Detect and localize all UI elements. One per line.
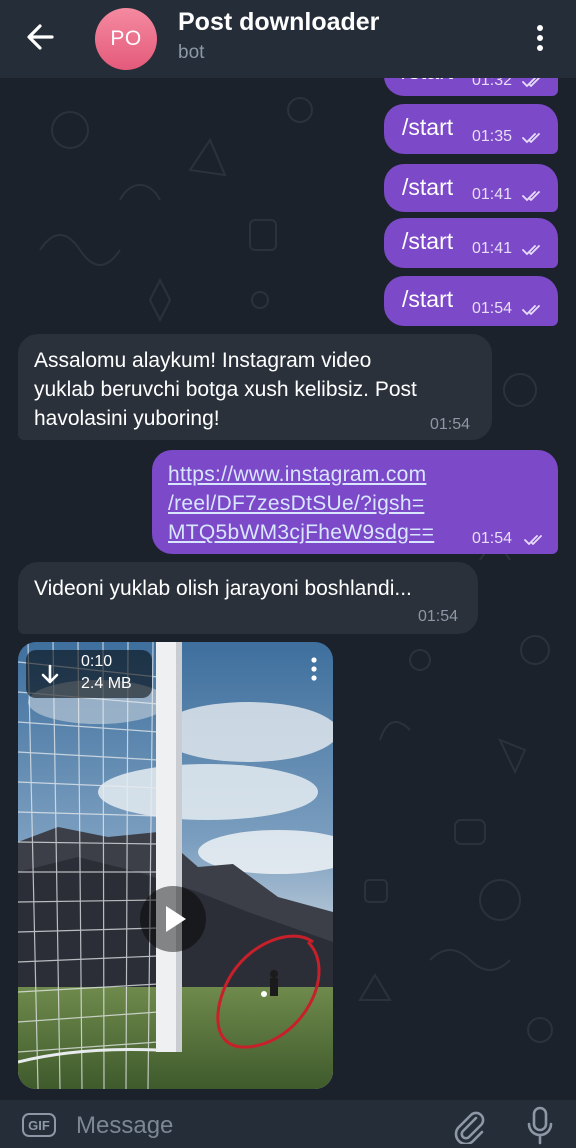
message-text: /start bbox=[402, 174, 454, 200]
avatar-initials: PO bbox=[110, 27, 142, 50]
video-thumbnail bbox=[18, 642, 333, 1089]
message-input-bar: GIF bbox=[0, 1100, 576, 1148]
message-time: 01:54 bbox=[472, 530, 513, 547]
message-text: Videoni yuklab olish jarayoni boshlandi.… bbox=[34, 577, 412, 600]
message-time: 01:35 bbox=[472, 128, 513, 145]
chat-subtitle: bot bbox=[178, 42, 205, 63]
chat-header: PO Post downloader bot bbox=[0, 0, 576, 78]
video-message[interactable]: 0:10 2.4 MB bbox=[18, 642, 333, 1089]
paperclip-icon[interactable] bbox=[452, 1108, 486, 1144]
message-time: 01:54 bbox=[418, 608, 459, 625]
outgoing-message[interactable]: /start 01:35 bbox=[384, 104, 558, 154]
double-check-icon bbox=[522, 245, 540, 256]
incoming-message[interactable]: Videoni yuklab olish jarayoni boshlandi.… bbox=[18, 562, 478, 634]
microphone-icon[interactable] bbox=[526, 1106, 554, 1146]
message-text: /start bbox=[402, 286, 454, 312]
outgoing-message[interactable]: /start 01:41 bbox=[384, 164, 558, 212]
link-line: https://www.instagram.com bbox=[168, 463, 427, 486]
message-time: 01:41 bbox=[472, 240, 513, 257]
outgoing-message[interactable]: /start 01:54 bbox=[384, 276, 558, 326]
message-time: 01:41 bbox=[472, 186, 513, 203]
link-line: /reel/DF7zesDtSUe/?igsh= bbox=[168, 492, 425, 515]
chat-title[interactable]: Post downloader bbox=[178, 8, 379, 37]
link-line: MTQ5bWM3cjFheW9sdg== bbox=[168, 521, 435, 544]
message-text: /start bbox=[402, 228, 454, 254]
download-arrow-icon[interactable] bbox=[40, 664, 60, 686]
message-line: havolasini yuboring! bbox=[34, 407, 220, 430]
play-button[interactable] bbox=[140, 886, 206, 952]
double-check-icon bbox=[522, 133, 540, 144]
message-line: yuklab beruvchi botga xush kelibsiz. Pos… bbox=[34, 378, 417, 401]
double-check-icon bbox=[524, 535, 542, 546]
instagram-link[interactable]: https://www.instagram.com /reel/DF7zesDt… bbox=[168, 460, 434, 547]
incoming-message[interactable]: Assalomu alaykum! Instagram video yuklab… bbox=[18, 334, 492, 440]
bot-avatar[interactable]: PO bbox=[95, 8, 157, 70]
video-duration: 0:10 bbox=[81, 653, 113, 670]
message-text: /start bbox=[402, 114, 454, 140]
message-text: Assalomu alaykum! Instagram video yuklab… bbox=[34, 346, 417, 433]
message-time: 01:54 bbox=[472, 300, 513, 317]
download-pill[interactable]: 0:10 2.4 MB bbox=[26, 650, 152, 698]
double-check-icon bbox=[522, 191, 540, 202]
outgoing-message[interactable]: /start 01:41 bbox=[384, 218, 558, 268]
outgoing-link-message[interactable]: https://www.instagram.com /reel/DF7zesDt… bbox=[152, 450, 558, 554]
message-input[interactable] bbox=[76, 1108, 436, 1144]
message-time: 01:54 bbox=[430, 416, 471, 433]
back-arrow-icon[interactable] bbox=[22, 20, 62, 54]
gif-icon[interactable]: GIF bbox=[22, 1113, 56, 1137]
video-menu-icon[interactable] bbox=[310, 656, 318, 682]
more-vertical-icon[interactable] bbox=[530, 22, 550, 54]
video-size: 2.4 MB bbox=[81, 675, 132, 692]
play-icon bbox=[166, 906, 186, 932]
message-line: Assalomu alaykum! Instagram video bbox=[34, 349, 372, 372]
double-check-icon bbox=[522, 305, 540, 316]
